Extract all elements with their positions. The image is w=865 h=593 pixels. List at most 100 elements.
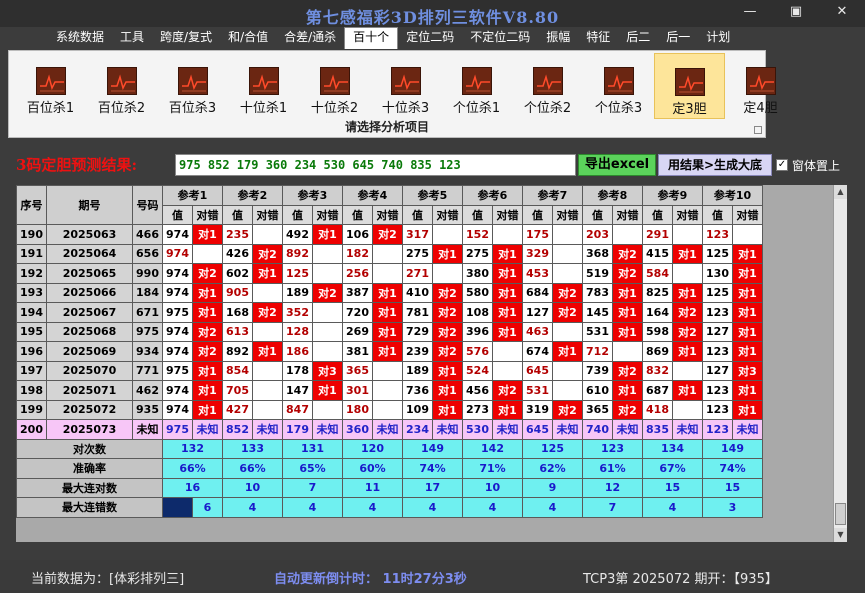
ref-header-10[interactable]: 参考10: [702, 185, 763, 206]
ref-header-2[interactable]: 参考2: [222, 185, 283, 206]
tool-2[interactable]: 百位杀3: [157, 53, 228, 119]
ref-header-3[interactable]: 参考3: [282, 185, 343, 206]
table-row[interactable]: 192 2025065 990 974 对2 602 对1 125 256 271 380 对1 453…: [16, 263, 763, 284]
menu-item-7[interactable]: 不定位二码: [462, 27, 538, 49]
table-row[interactable]: 191 2025064 656 974 426 对2 892 182 275 对1 275 对1 329…: [16, 243, 763, 264]
close-button[interactable]: ✕: [819, 0, 865, 24]
unknown-status-cell: 未知: [312, 419, 343, 440]
menu-item-3[interactable]: 和/合值: [220, 27, 276, 49]
window-controls: — ▣ ✕: [727, 0, 865, 24]
generate-base-button[interactable]: 用结果>生成大底: [658, 154, 772, 176]
panel-expand-icon[interactable]: [754, 126, 762, 134]
menu-item-12[interactable]: 计划: [698, 27, 738, 49]
ref-value-cell: 684: [522, 282, 553, 303]
ref-value-cell: 847: [282, 399, 313, 420]
tool-4[interactable]: 十位杀2: [299, 53, 370, 119]
tool-0[interactable]: 百位杀1: [15, 53, 86, 119]
miss-cell: [552, 360, 583, 381]
predicted-value-cell: 835: [642, 419, 673, 440]
stats-label: 最大连对数: [16, 477, 163, 498]
prediction-table: 序号 期号 号码 参考1 参考2 参考3 参考4 参考5 参考6 参考7 参考8 参考9 参考10 值对错…: [16, 185, 763, 518]
table-row[interactable]: 198 2025071 462 974 对1 705 147 对1 301 736 对1 456 对2 5…: [16, 380, 763, 401]
number-cell: 未知: [132, 419, 163, 440]
chart-line-icon: [607, 74, 632, 92]
ref-value-cell: 974: [162, 282, 193, 303]
ref-header-9[interactable]: 参考9: [642, 185, 703, 206]
menu-item-5[interactable]: 百十个: [344, 27, 399, 49]
vertical-scrollbar[interactable]: ▲ ▼: [833, 185, 847, 542]
col-header-1[interactable]: 期号: [46, 185, 133, 225]
ref-header-7[interactable]: 参考7: [522, 185, 583, 206]
scroll-thumb[interactable]: [835, 503, 846, 525]
stats-value-cell: 120: [342, 438, 403, 459]
menu-item-8[interactable]: 振幅: [538, 27, 578, 49]
scroll-up-icon[interactable]: ▲: [834, 185, 847, 199]
export-excel-button[interactable]: 导出excel: [578, 154, 656, 176]
maximize-button[interactable]: ▣: [773, 0, 819, 24]
tool-3[interactable]: 十位杀1: [228, 53, 299, 119]
stats-value-cell: 9: [522, 477, 583, 498]
stats-value-cell: 142: [462, 438, 523, 459]
hit-mark-cell: 对1: [312, 380, 343, 401]
menu-item-9[interactable]: 特征: [578, 27, 618, 49]
col-header-2[interactable]: 号码: [132, 185, 163, 225]
col-header-0[interactable]: 序号: [16, 185, 47, 225]
chart-line-icon: [394, 74, 419, 92]
ref-value-cell: 519: [582, 263, 613, 284]
hit-mark-cell: 对1: [732, 380, 763, 401]
predicted-value-cell: 645: [522, 419, 553, 440]
topmost-checkbox[interactable]: ✓: [776, 159, 788, 171]
ref-value-cell: 576: [462, 341, 493, 362]
ref-value-cell: 125: [282, 263, 313, 284]
tool-8[interactable]: 个位杀3: [583, 53, 654, 119]
menu-item-4[interactable]: 合差/通杀: [276, 27, 344, 49]
ref-value-cell: 269: [342, 321, 373, 342]
ref-value-cell: 145: [582, 302, 613, 323]
hit-mark-cell: 对1: [372, 302, 403, 323]
ref-header-8[interactable]: 参考8: [582, 185, 643, 206]
ref-value-cell: 781: [402, 302, 433, 323]
ref-value-cell: 128: [282, 321, 313, 342]
table-row[interactable]: 197 2025070 771 975 对1 854 178 对3 365 189 对1 524 645…: [16, 360, 763, 381]
menu-item-10[interactable]: 后二: [618, 27, 658, 49]
menu-item-6[interactable]: 定位二码: [398, 27, 462, 49]
table-row[interactable]: 195 2025068 975 974 对2 613 128 269 对1 729 对2 396 对1 4…: [16, 321, 763, 342]
stats-value-cell: 134: [642, 438, 703, 459]
menu-item-1[interactable]: 工具: [112, 27, 152, 49]
ref-header-5[interactable]: 参考5: [402, 185, 463, 206]
ref-header-1[interactable]: 参考1: [162, 185, 223, 206]
scroll-down-icon[interactable]: ▼: [834, 528, 847, 542]
tool-9[interactable]: 定3胆: [654, 53, 725, 119]
table-row[interactable]: 196 2025069 934 974 对2 892 对1 186 381 对1 239 对2 576 6…: [16, 341, 763, 362]
topmost-toggle[interactable]: ✓ 窗体置上: [776, 154, 840, 176]
ref-header-4[interactable]: 参考4: [342, 185, 403, 206]
table-row[interactable]: 194 2025067 671 975 对1 168 对2 352 720 对1 781 对2 108 对…: [16, 302, 763, 323]
tool-10[interactable]: 定4胆: [725, 53, 796, 119]
ref-value-cell: 832: [642, 360, 673, 381]
menu-item-2[interactable]: 跨度/复式: [152, 27, 220, 49]
tool-7[interactable]: 个位杀2: [512, 53, 583, 119]
menu-item-11[interactable]: 后一: [658, 27, 698, 49]
miss-cell: [552, 263, 583, 284]
table-row[interactable]: 190 2025063 466 974 对1 235 492 对1 106 对2 317 152 175…: [16, 224, 763, 245]
tool-6[interactable]: 个位杀1: [441, 53, 512, 119]
prediction-table-row[interactable]: 200 2025073 未知 975 未知 852 未知 179 未知 360 未知 234 未知 530…: [16, 419, 763, 440]
table-row[interactable]: 193 2025066 184 974 对1 905 189 对2 387 对1 410 对2 580 对…: [16, 282, 763, 303]
minimize-button[interactable]: —: [727, 0, 773, 24]
hit-mark-cell: 对1: [552, 341, 583, 362]
tool-5[interactable]: 十位杀3: [370, 53, 441, 119]
tool-1[interactable]: 百位杀2: [86, 53, 157, 119]
ref-header-6[interactable]: 参考6: [462, 185, 523, 206]
table-row[interactable]: 199 2025072 935 974 对1 427 847 180 109 对1 273 对1 319…: [16, 399, 763, 420]
seq-cell: 196: [16, 341, 47, 362]
current-data-text: 当前数据为：[体彩排列三]: [31, 572, 185, 587]
miss-cell: [672, 224, 703, 245]
hit-mark-cell: 对1: [372, 341, 403, 362]
hit-mark-cell: 对1: [612, 282, 643, 303]
header-row: 序号 期号 号码 参考1 参考2 参考3 参考4 参考5 参考6 参考7 参考8 参考9 参考10: [16, 185, 763, 225]
period-cell: 2025070: [46, 360, 133, 381]
ref-value-cell: 410: [402, 282, 433, 303]
prediction-result-field[interactable]: 975 852 179 360 234 530 645 740 835 123: [175, 154, 576, 176]
menu-item-0[interactable]: 系统数据: [48, 27, 112, 49]
result-subheader: 对错: [432, 204, 463, 225]
